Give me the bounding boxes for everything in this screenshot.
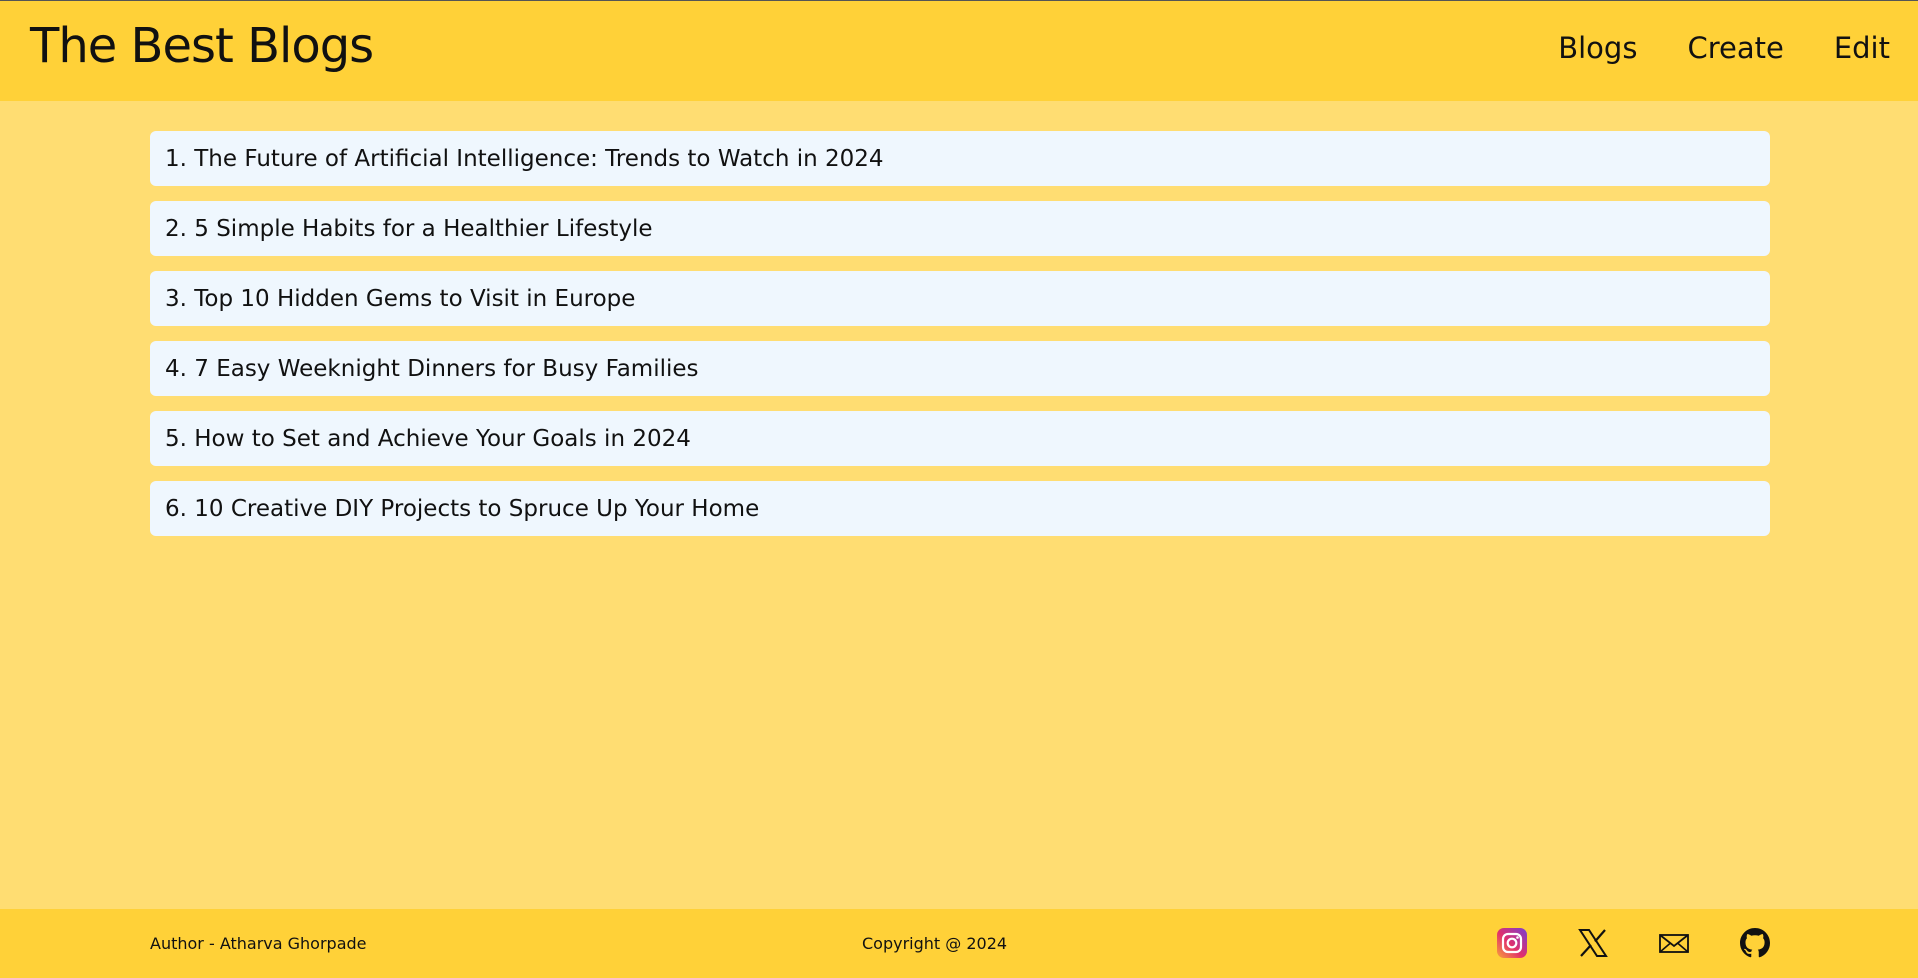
social-links <box>1497 928 1770 958</box>
site-title: The Best Blogs <box>30 18 374 74</box>
blog-title: 2. 5 Simple Habits for a Healthier Lifes… <box>165 215 653 242</box>
blog-list-item[interactable]: 3. Top 10 Hidden Gems to Visit in Europe <box>150 271 1770 326</box>
github-icon[interactable] <box>1740 928 1770 958</box>
blog-title: 4. 7 Easy Weeknight Dinners for Busy Fam… <box>165 355 699 382</box>
author-credit: Author - Atharva Ghorpade <box>150 934 367 953</box>
blog-list-item[interactable]: 5. How to Set and Achieve Your Goals in … <box>150 411 1770 466</box>
nav-edit-link[interactable]: Edit <box>1834 31 1890 65</box>
site-footer: Author - Atharva Ghorpade Copyright @ 20… <box>0 909 1918 978</box>
blog-list-item[interactable]: 6. 10 Creative DIY Projects to Spruce Up… <box>150 481 1770 536</box>
blog-list-item[interactable]: 1. The Future of Artificial Intelligence… <box>150 131 1770 186</box>
blog-list-item[interactable]: 2. 5 Simple Habits for a Healthier Lifes… <box>150 201 1770 256</box>
blog-list: 1. The Future of Artificial Intelligence… <box>150 131 1770 551</box>
site-header: The Best Blogs Blogs Create Edit <box>0 0 1918 101</box>
blog-title: 5. How to Set and Achieve Your Goals in … <box>165 425 691 452</box>
nav-create-link[interactable]: Create <box>1687 31 1783 65</box>
nav-blogs-link[interactable]: Blogs <box>1558 31 1637 65</box>
x-icon[interactable] <box>1578 928 1608 958</box>
blog-title: 1. The Future of Artificial Intelligence… <box>165 145 884 172</box>
mail-icon[interactable] <box>1659 928 1689 958</box>
main-nav: Blogs Create Edit <box>1558 31 1890 65</box>
blog-list-item[interactable]: 4. 7 Easy Weeknight Dinners for Busy Fam… <box>150 341 1770 396</box>
copyright-text: Copyright @ 2024 <box>862 934 1008 953</box>
blog-title: 3. Top 10 Hidden Gems to Visit in Europe <box>165 285 636 312</box>
instagram-icon[interactable] <box>1497 928 1527 958</box>
blog-title: 6. 10 Creative DIY Projects to Spruce Up… <box>165 495 760 522</box>
